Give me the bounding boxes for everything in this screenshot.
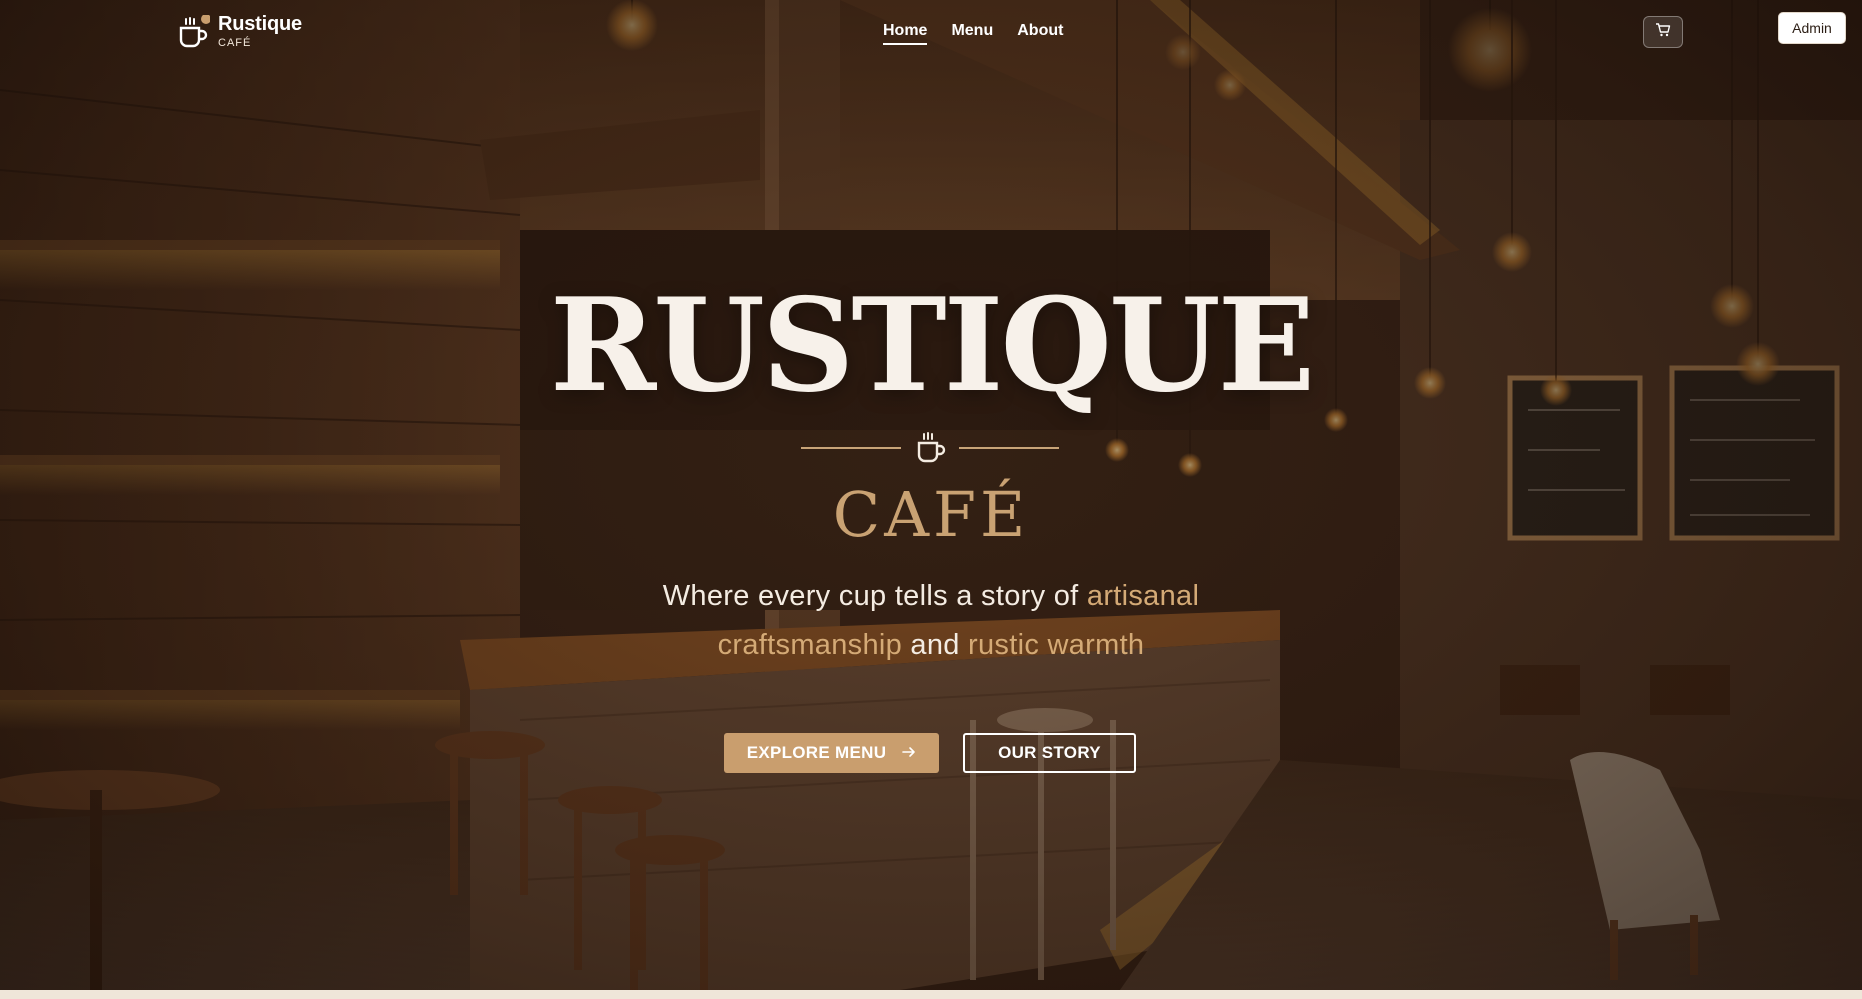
nav-link-home[interactable]: Home <box>883 22 928 45</box>
hero-tagline: Where every cup tells a story of artisan… <box>631 572 1231 670</box>
explore-menu-label: EXPLORE MENU <box>746 743 887 762</box>
nav-link-menu[interactable]: Menu <box>951 22 993 45</box>
coffee-cup-icon <box>915 431 947 465</box>
arrow-right-icon <box>902 743 916 763</box>
next-section-edge <box>0 990 1862 999</box>
tagline-text-1: Where every cup tells a story of <box>662 580 1087 612</box>
cart-icon <box>1655 22 1671 42</box>
title-divider <box>801 431 1059 467</box>
admin-button[interactable]: Admin <box>1778 12 1846 44</box>
hero-subtitle: CAFÉ <box>832 478 1030 551</box>
brand-subtitle: CAFÉ <box>218 37 252 49</box>
our-story-button[interactable]: OUR STORY <box>963 733 1136 773</box>
top-navbar: Rustique CAFÉ Home Menu About Admin <box>0 0 1862 64</box>
tagline-text-2: and <box>902 629 969 661</box>
main-nav: Home Menu About <box>883 22 1063 45</box>
divider-line-right <box>959 447 1059 449</box>
cart-button[interactable] <box>1643 16 1683 48</box>
hero-section: Rustique CAFÉ Home Menu About Admin RUST… <box>0 0 1862 990</box>
brand-text: Rustique CAFÉ <box>218 14 302 49</box>
explore-menu-button[interactable]: EXPLORE MENU <box>724 733 939 773</box>
tagline-highlight-warmth: rustic warmth <box>968 629 1145 661</box>
hero-title: RUSTIQUE <box>549 271 1315 421</box>
divider-line-left <box>801 447 901 449</box>
coffee-cup-logo-icon <box>178 13 211 49</box>
brand-name: Rustique <box>218 13 302 35</box>
brand-logo[interactable]: Rustique CAFÉ <box>178 13 302 49</box>
nav-link-about[interactable]: About <box>1017 22 1063 45</box>
